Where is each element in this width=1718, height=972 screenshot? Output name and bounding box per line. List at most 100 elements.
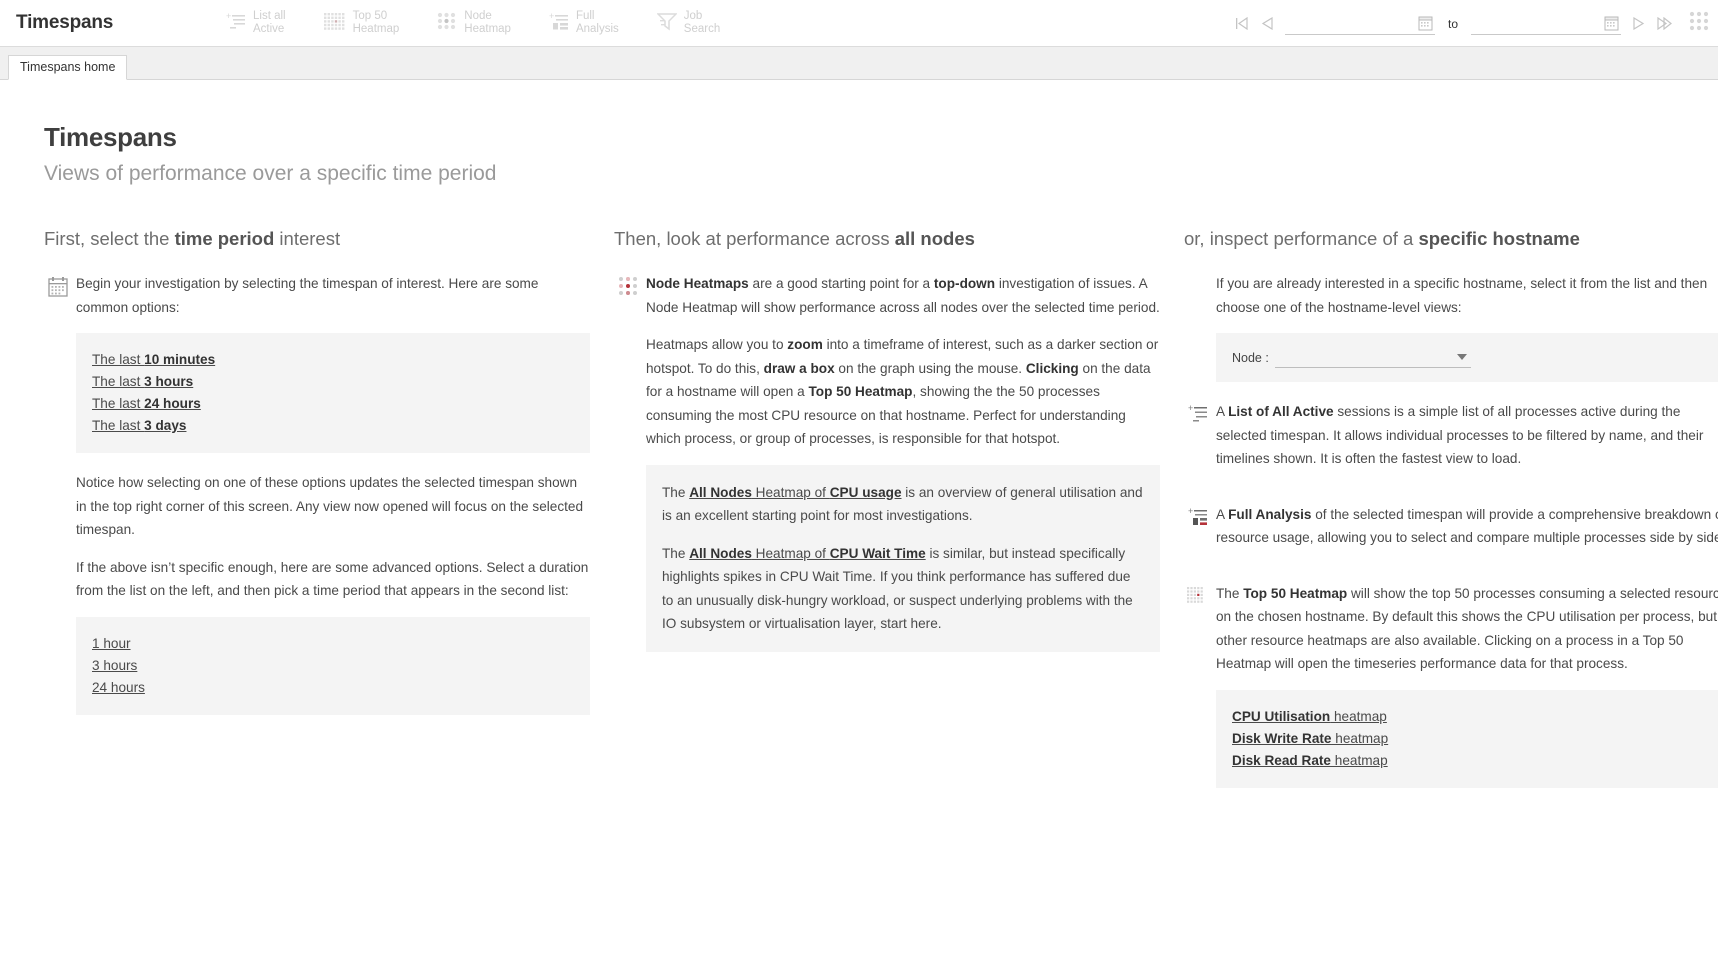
text-plain: A [1216, 506, 1229, 522]
app-brand: Timespans [16, 12, 114, 33]
link-text: Heatmap of [751, 484, 830, 500]
link-last-3-hours[interactable]: The last 3 hours [92, 371, 574, 393]
link-cpu-utilisation-heatmap[interactable]: CPU Utilisation heatmap [1232, 706, 1714, 728]
link-prefix: The last [92, 352, 145, 367]
column-specific-hostname: or, inspect performance of a specific ho… [1180, 228, 1718, 788]
all-nodes-cpu-usage-paragraph: The All Nodes Heatmap of CPU usage is an… [662, 481, 1144, 528]
toolbar-item-full-analysis[interactable]: + Full Analysis [549, 10, 619, 37]
link-last-10-minutes[interactable]: The last 10 minutes [92, 349, 574, 371]
link-all-nodes-cpu-usage[interactable]: All Nodes Heatmap of CPU usage [689, 485, 901, 500]
link-text: Heatmap of [751, 545, 830, 561]
apps-grid-icon[interactable] [1688, 10, 1710, 37]
text-plain: A [1216, 404, 1229, 419]
top-toolbar: Timespans + List all Active Top 50 Heatm… [0, 0, 1718, 47]
all-nodes-heatmap-links: The All Nodes Heatmap of CPU usage is an… [646, 464, 1160, 652]
link-emphasis: Disk Read Rate [1232, 752, 1331, 768]
skip-back-icon[interactable] [1233, 15, 1250, 32]
toolbar-item-label: List all Active [253, 9, 286, 36]
icon-cell: + [1180, 503, 1216, 532]
link-emphasis: All Nodes [689, 545, 752, 561]
link-last-24-hours[interactable]: The last 24 hours [92, 393, 574, 415]
full-analysis-body: A Full Analysis of the selected timespan… [1216, 503, 1718, 564]
hostname-intro-wrap: If you are already interested in a speci… [1216, 272, 1718, 319]
range-to-input[interactable] [1471, 12, 1621, 35]
link-disk-read-rate-heatmap[interactable]: Disk Read Rate heatmap [1232, 750, 1714, 772]
link-emphasis: 24 hours [144, 396, 201, 411]
top-50-heatmap-text: The Top 50 Heatmap will show the top 50 … [1216, 582, 1718, 676]
timespan-range-controls: to [1233, 0, 1710, 47]
skip-forward-icon[interactable] [1656, 15, 1673, 32]
icon-cell [610, 272, 646, 301]
link-text: heatmap [1330, 752, 1388, 768]
toolbar-item-node-heatmap[interactable]: Node Heatmap [437, 10, 511, 37]
full-analysis-icon: + [1188, 506, 1208, 532]
step-back-icon[interactable] [1259, 15, 1276, 32]
svg-text:+: + [1188, 507, 1193, 516]
text-plain: are a good starting point for a [748, 276, 934, 291]
link-prefix: The last [92, 374, 145, 389]
link-last-3-days[interactable]: The last 3 days [92, 415, 574, 437]
heading-text: interest [274, 228, 341, 249]
link-emphasis: CPU usage [829, 484, 902, 500]
advanced-duration-links: 1 hour 3 hours 24 hours [76, 616, 590, 715]
time-period-block: Begin your investigation by selecting th… [40, 272, 590, 333]
range-from-input[interactable] [1284, 12, 1435, 35]
link-emphasis: 3 hours [144, 374, 194, 389]
toolbar-item-label: Job Search [683, 9, 721, 36]
link-duration-1-hour[interactable]: 1 hour [92, 633, 574, 655]
column-all-nodes: Then, look at performance across all nod… [610, 228, 1180, 788]
time-period-note-2: If the above isn’t specific enough, here… [76, 559, 589, 599]
time-period-notes: Notice how selecting on one of these opt… [76, 471, 590, 603]
list-all-active-body: A List of All Active sessions is a simpl… [1216, 400, 1718, 485]
text-bold: Top 50 Heatmap [808, 384, 913, 399]
link-text: heatmap [1331, 730, 1389, 746]
hostname-view-full-analysis: + A Full Analysis of the selected timesp… [1180, 503, 1718, 564]
three-column-layout: First, select the time period interest B… [0, 228, 1718, 788]
text-bold: zoom [787, 337, 823, 352]
link-duration-3-hours[interactable]: 3 hours [92, 655, 574, 677]
heatmap-resource-links: CPU Utilisation heatmap Disk Write Rate … [1216, 689, 1718, 788]
svg-text:+: + [1188, 404, 1193, 413]
range-from-wrapper [1284, 12, 1435, 36]
top-50-heatmap-body: The Top 50 Heatmap will show the top 50 … [1216, 582, 1718, 788]
chevron-down-icon [1456, 354, 1467, 360]
link-duration-24-hours[interactable]: 24 hours [92, 677, 574, 699]
toolbar-item-job-search[interactable]: Job Search [655, 9, 721, 37]
text-plain: The [662, 484, 690, 500]
svg-text:+: + [549, 11, 554, 21]
link-all-nodes-cpu-wait-time[interactable]: All Nodes Heatmap of CPU Wait Time [689, 546, 925, 561]
top-50-heatmap-icon [1187, 586, 1209, 611]
link-disk-write-rate-heatmap[interactable]: Disk Write Rate heatmap [1232, 728, 1714, 750]
column-heading-right: or, inspect performance of a specific ho… [1184, 228, 1718, 250]
hostname-view-top-50-heatmap: The Top 50 Heatmap will show the top 50 … [1180, 582, 1718, 788]
svg-text:+: + [226, 11, 231, 21]
text-plain: Heatmaps allow you to [646, 337, 788, 352]
hostname-intro: If you are already interested in a speci… [1216, 276, 1708, 315]
time-period-body: Begin your investigation by selecting th… [76, 272, 590, 333]
text-plain: The [662, 545, 690, 561]
calendar-icon[interactable] [1418, 15, 1433, 36]
node-heatmap-body: Node Heatmaps are a good starting point … [646, 272, 1160, 652]
link-emphasis: 10 minutes [144, 352, 216, 367]
list-all-active-icon: + [226, 11, 246, 36]
calendar-icon[interactable] [1604, 15, 1619, 36]
heading-text: or, inspect performance of a [1184, 228, 1419, 249]
node-heatmap-icon [618, 276, 638, 301]
common-timespan-links: The last 10 minutes The last 3 hours The… [76, 333, 590, 453]
column-heading-middle: Then, look at performance across all nod… [614, 228, 1160, 250]
toolbar-item-list-all-active[interactable]: + List all Active [226, 10, 286, 37]
toolbar-item-top-50-heatmap[interactable]: Top 50 Heatmap [323, 10, 399, 37]
text-bold: Node Heatmaps [646, 276, 749, 291]
column-time-period: First, select the time period interest B… [40, 228, 610, 788]
node-select[interactable] [1274, 347, 1471, 368]
tab-timespans-home[interactable]: Timespans home [8, 55, 128, 80]
range-to-wrapper [1471, 12, 1621, 36]
text-bold: Top 50 Heatmap [1243, 585, 1348, 601]
link-emphasis: Disk Write Rate [1232, 730, 1332, 746]
text-bold: Clicking [1025, 360, 1079, 376]
step-forward-icon[interactable] [1630, 15, 1647, 32]
toolbar-item-label: Full Analysis [575, 9, 619, 36]
toolbar-item-label: Node Heatmap [464, 9, 511, 36]
heading-text: First, select the [44, 228, 175, 249]
text-plain: The [1216, 585, 1244, 601]
